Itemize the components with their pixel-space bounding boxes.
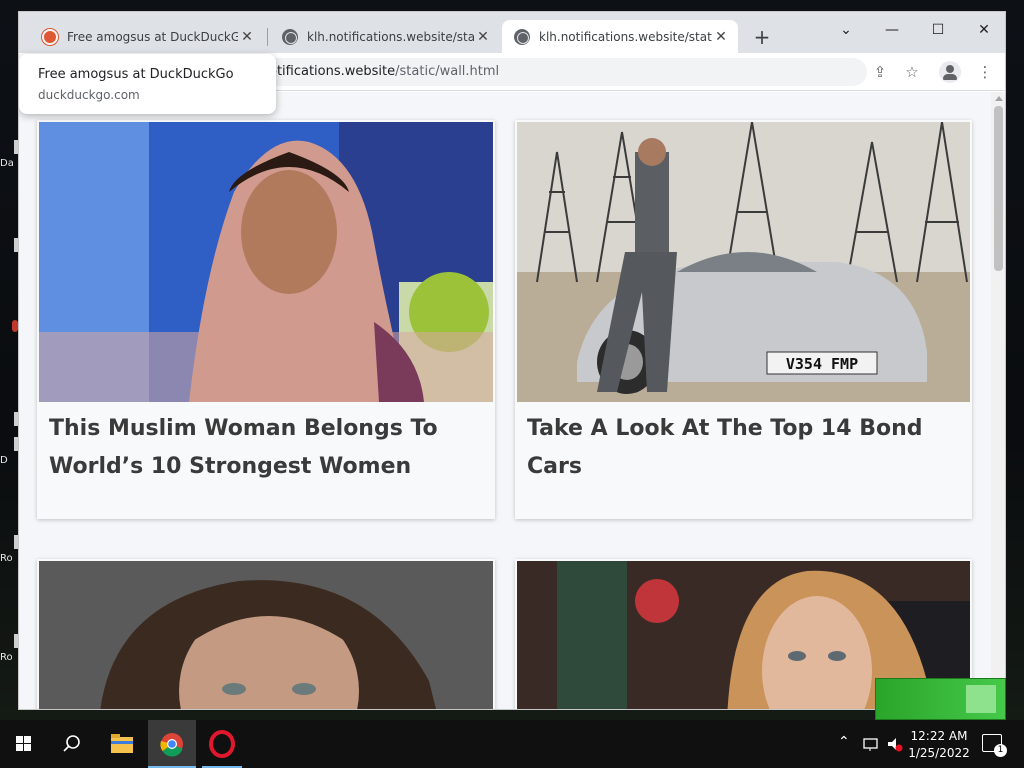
hover-card-title: Free amogsus at DuckDuckGo xyxy=(38,67,234,82)
article-image[interactable]: V354 FMP xyxy=(517,122,970,402)
tab-search-button[interactable]: ⌄ xyxy=(823,16,869,44)
browser-window: Free amogsus at DuckDuckGo ✕ klh.notific… xyxy=(18,11,1006,710)
headline-line: World’s 10 Strongest Women xyxy=(49,454,412,479)
desktop-icon[interactable] xyxy=(0,238,18,252)
tab-notifications-1[interactable]: klh.notifications.website/static/w ✕ xyxy=(270,20,500,53)
new-tab-button[interactable]: + xyxy=(750,25,774,49)
search-button[interactable] xyxy=(48,720,96,768)
headline-line: Take A Look At The Top 14 Bond Cars xyxy=(527,416,923,479)
start-button[interactable] xyxy=(0,720,48,768)
folder-icon xyxy=(111,734,133,753)
hover-card-domain: duckduckgo.com xyxy=(38,88,140,102)
article-headline[interactable]: Take A Look At The Top 14 Bond Cars xyxy=(527,410,972,486)
scroll-thumb[interactable] xyxy=(994,106,1003,271)
tab-title: Free amogsus at DuckDuckGo xyxy=(67,29,238,44)
system-clock[interactable]: 12:22 AM 1/25/2022 xyxy=(902,728,976,762)
profile-avatar-icon[interactable] xyxy=(939,61,961,83)
tab-title: klh.notifications.website/static/w xyxy=(539,29,712,44)
desktop-icon[interactable] xyxy=(0,320,18,332)
globe-icon xyxy=(282,28,298,45)
url-host: otifications.website xyxy=(269,64,396,79)
page-scrollbar[interactable] xyxy=(991,92,1005,709)
notification-center-icon[interactable]: 1 xyxy=(982,734,1007,757)
url-path: /static/wall.html xyxy=(395,64,500,79)
page-viewport: This Muslim Woman Belongs To World’s 10 … xyxy=(19,92,991,709)
star-icon[interactable]: ☆ xyxy=(902,62,922,82)
tab-duckduckgo[interactable]: Free amogsus at DuckDuckGo ✕ xyxy=(30,20,264,53)
opera-taskbar-button[interactable] xyxy=(198,720,246,768)
opera-icon xyxy=(209,730,235,758)
desktop-icon[interactable] xyxy=(0,412,18,426)
chrome-icon xyxy=(160,733,183,757)
scroll-up-arrow-icon[interactable] xyxy=(995,96,1003,101)
menu-kebab-icon[interactable]: ⋮ xyxy=(975,62,995,82)
minimize-button[interactable]: — xyxy=(869,16,915,44)
desktop-icon[interactable]: Da xyxy=(0,140,18,169)
tab-title: klh.notifications.website/static/w xyxy=(307,29,474,44)
url-text[interactable]: otifications.website/static/wall.html xyxy=(269,64,499,79)
desktop-icon[interactable]: D xyxy=(0,437,18,466)
close-window-button[interactable]: ✕ xyxy=(961,16,1005,44)
clock-time: 12:22 AM xyxy=(910,729,968,743)
desktop-icon[interactable]: Ro xyxy=(0,634,18,663)
duckduckgo-icon xyxy=(42,28,58,45)
chrome-taskbar-button[interactable] xyxy=(148,720,196,768)
article-card[interactable]: This Muslim Woman Belongs To World’s 10 … xyxy=(37,120,495,519)
taskbar: ⌃ 12:22 AM 1/25/2022 1 xyxy=(0,720,1024,768)
article-image[interactable] xyxy=(39,561,493,709)
windows-logo-icon xyxy=(16,736,32,752)
tab-notifications-active[interactable]: klh.notifications.website/static/w ✕ xyxy=(502,20,738,53)
license-plate: V354 FMP xyxy=(786,355,858,373)
tab-hover-card: Free amogsus at DuckDuckGo duckduckgo.co… xyxy=(19,54,276,114)
globe-icon xyxy=(514,28,530,45)
article-headline[interactable]: This Muslim Woman Belongs To World’s 10 … xyxy=(49,410,438,486)
desktop-icon[interactable]: Ro xyxy=(0,535,18,564)
close-icon[interactable]: ✕ xyxy=(712,29,730,45)
notification-count: 1 xyxy=(994,744,1007,757)
share-icon[interactable]: ⇪ xyxy=(870,62,890,82)
article-card[interactable] xyxy=(37,559,495,709)
search-icon xyxy=(63,735,80,752)
clock-date: 1/25/2022 xyxy=(908,746,970,760)
headline-line: This Muslim Woman Belongs To xyxy=(49,416,438,441)
tab-strip: Free amogsus at DuckDuckGo ✕ klh.notific… xyxy=(19,12,1005,53)
green-overlay-widget[interactable] xyxy=(875,678,1006,720)
close-icon[interactable]: ✕ xyxy=(474,29,492,45)
article-card[interactable]: V354 FMP Take A Look At The Top 14 Bond … xyxy=(515,120,972,519)
article-image[interactable] xyxy=(39,122,493,402)
widget-bar xyxy=(966,685,996,713)
maximize-button[interactable]: ☐ xyxy=(915,16,961,44)
tab-separator xyxy=(267,28,268,46)
close-icon[interactable]: ✕ xyxy=(238,29,256,45)
chevron-up-icon[interactable]: ⌃ xyxy=(838,734,850,750)
file-explorer-button[interactable] xyxy=(98,720,146,768)
network-icon[interactable] xyxy=(862,736,880,752)
